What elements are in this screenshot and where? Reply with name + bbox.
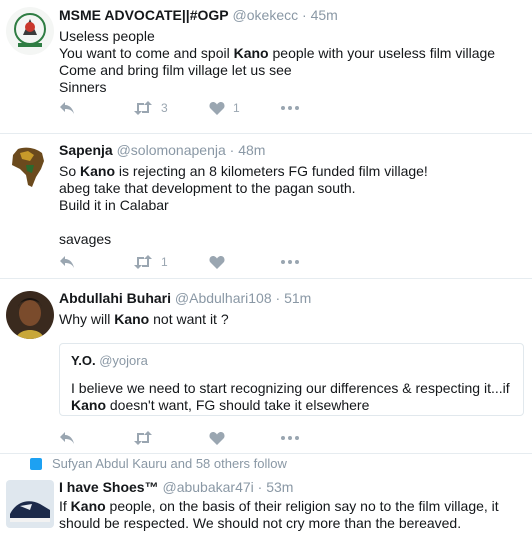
heart-icon [209, 432, 225, 445]
tweet-line: Sinners [59, 79, 107, 95]
tweet-line: Useless people [59, 28, 155, 44]
tweet-text: If Kano people, on the basis of their re… [59, 498, 524, 532]
coat-of-arms-avatar [6, 7, 54, 55]
social-context[interactable]: Sufyan Abdul Kauru and 58 others follow [30, 456, 287, 472]
heart-icon [209, 256, 225, 269]
shoes-avatar [6, 480, 54, 528]
reply-icon [60, 256, 74, 268]
tweet-text: Why will Kano not want it ? [59, 311, 524, 328]
more-dots-icon [281, 436, 299, 440]
reply-button[interactable] [59, 101, 133, 115]
follow-note: Sufyan Abdul Kauru and 58 others follow [52, 456, 287, 471]
tweet-text: So Kano is rejecting an 8 kilometers FG … [59, 163, 524, 248]
more-button[interactable] [281, 260, 299, 264]
tweet-header: I have Shoes™ @abubakar47i · 53m [59, 479, 294, 495]
like-button[interactable] [209, 255, 281, 269]
tweet-line: savages [59, 231, 112, 247]
quoted-user-handle: @yojora [99, 353, 148, 368]
tweet-line-kano: Why will Kano not want it ? [59, 311, 229, 327]
more-button[interactable] [281, 436, 299, 440]
reply-button[interactable] [59, 431, 133, 445]
like-count: 1 [233, 101, 240, 115]
like-button[interactable]: 1 [209, 101, 281, 115]
avatar[interactable] [6, 291, 54, 339]
more-dots-icon [281, 106, 299, 110]
like-button[interactable] [209, 431, 281, 445]
tweet-text: Useless people You want to come and spoi… [59, 28, 524, 96]
display-name[interactable]: Abdullahi Buhari [59, 290, 171, 306]
tweet-line-kano: You want to come and spoil Kano people w… [59, 45, 496, 61]
tweet-line: Come and bring film village let us see [59, 62, 292, 78]
tweet-line-kano: If Kano people, on the basis of their re… [59, 498, 499, 531]
retweet-icon [134, 101, 152, 115]
tweet-header: Sapenja @solomonapenja · 48m [59, 142, 266, 158]
timestamp[interactable]: 48m [238, 142, 265, 158]
avatar[interactable] [6, 480, 54, 528]
tweet-3[interactable]: Abdullahi Buhari @Abdulhari108 · 51m Why… [0, 279, 532, 454]
more-button[interactable] [281, 106, 299, 110]
retweet-icon [134, 255, 152, 269]
display-name[interactable]: I have Shoes™ [59, 479, 159, 495]
more-dots-icon [281, 260, 299, 264]
tweet-1[interactable]: MSME ADVOCATE||#OGP @okekecc · 45m Usele… [0, 0, 532, 134]
reply-button[interactable] [59, 255, 133, 269]
quoted-tweet[interactable]: Y.O. @yojora I believe we need to start … [59, 343, 524, 416]
retweet-button[interactable] [133, 431, 209, 445]
user-handle[interactable]: @Abdulhari108 [175, 290, 272, 306]
retweet-count: 3 [161, 101, 168, 115]
reply-icon [60, 102, 74, 114]
timestamp[interactable]: 45m [311, 7, 338, 23]
heart-icon [209, 102, 225, 115]
retweet-count: 1 [161, 255, 168, 269]
user-handle[interactable]: @solomonapenja [117, 142, 226, 158]
profile-photo-avatar [6, 291, 54, 339]
avatar[interactable] [6, 7, 54, 55]
tweet-line: abeg take that development to the pagan … [59, 180, 356, 196]
user-handle[interactable]: @okekecc [233, 7, 299, 23]
africa-map-avatar [6, 143, 54, 191]
follow-icon [30, 458, 42, 470]
retweet-icon [134, 431, 152, 445]
tweet-header: MSME ADVOCATE||#OGP @okekecc · 45m [59, 7, 338, 23]
display-name[interactable]: Sapenja [59, 142, 113, 158]
tweet-line [59, 214, 524, 231]
retweet-button[interactable]: 3 [133, 101, 209, 115]
quoted-tweet-text: I believe we need to start recognizing o… [71, 380, 510, 413]
avatar[interactable] [6, 143, 54, 191]
quoted-display-name: Y.O. [71, 353, 96, 368]
retweet-button[interactable]: 1 [133, 255, 209, 269]
timestamp[interactable]: 53m [266, 479, 293, 495]
tweet-line-kano: So Kano is rejecting an 8 kilometers FG … [59, 163, 428, 179]
display-name[interactable]: MSME ADVOCATE||#OGP [59, 7, 229, 23]
tweet-line: Build it in Calabar [59, 197, 169, 213]
tweet-header: Abdullahi Buhari @Abdulhari108 · 51m [59, 290, 312, 306]
reply-icon [60, 432, 74, 444]
user-handle[interactable]: @abubakar47i [162, 479, 253, 495]
timestamp[interactable]: 51m [284, 290, 311, 306]
tweet-4[interactable]: Sufyan Abdul Kauru and 58 others follow … [0, 454, 532, 542]
tweet-2[interactable]: Sapenja @solomonapenja · 48m So Kano is … [0, 134, 532, 279]
